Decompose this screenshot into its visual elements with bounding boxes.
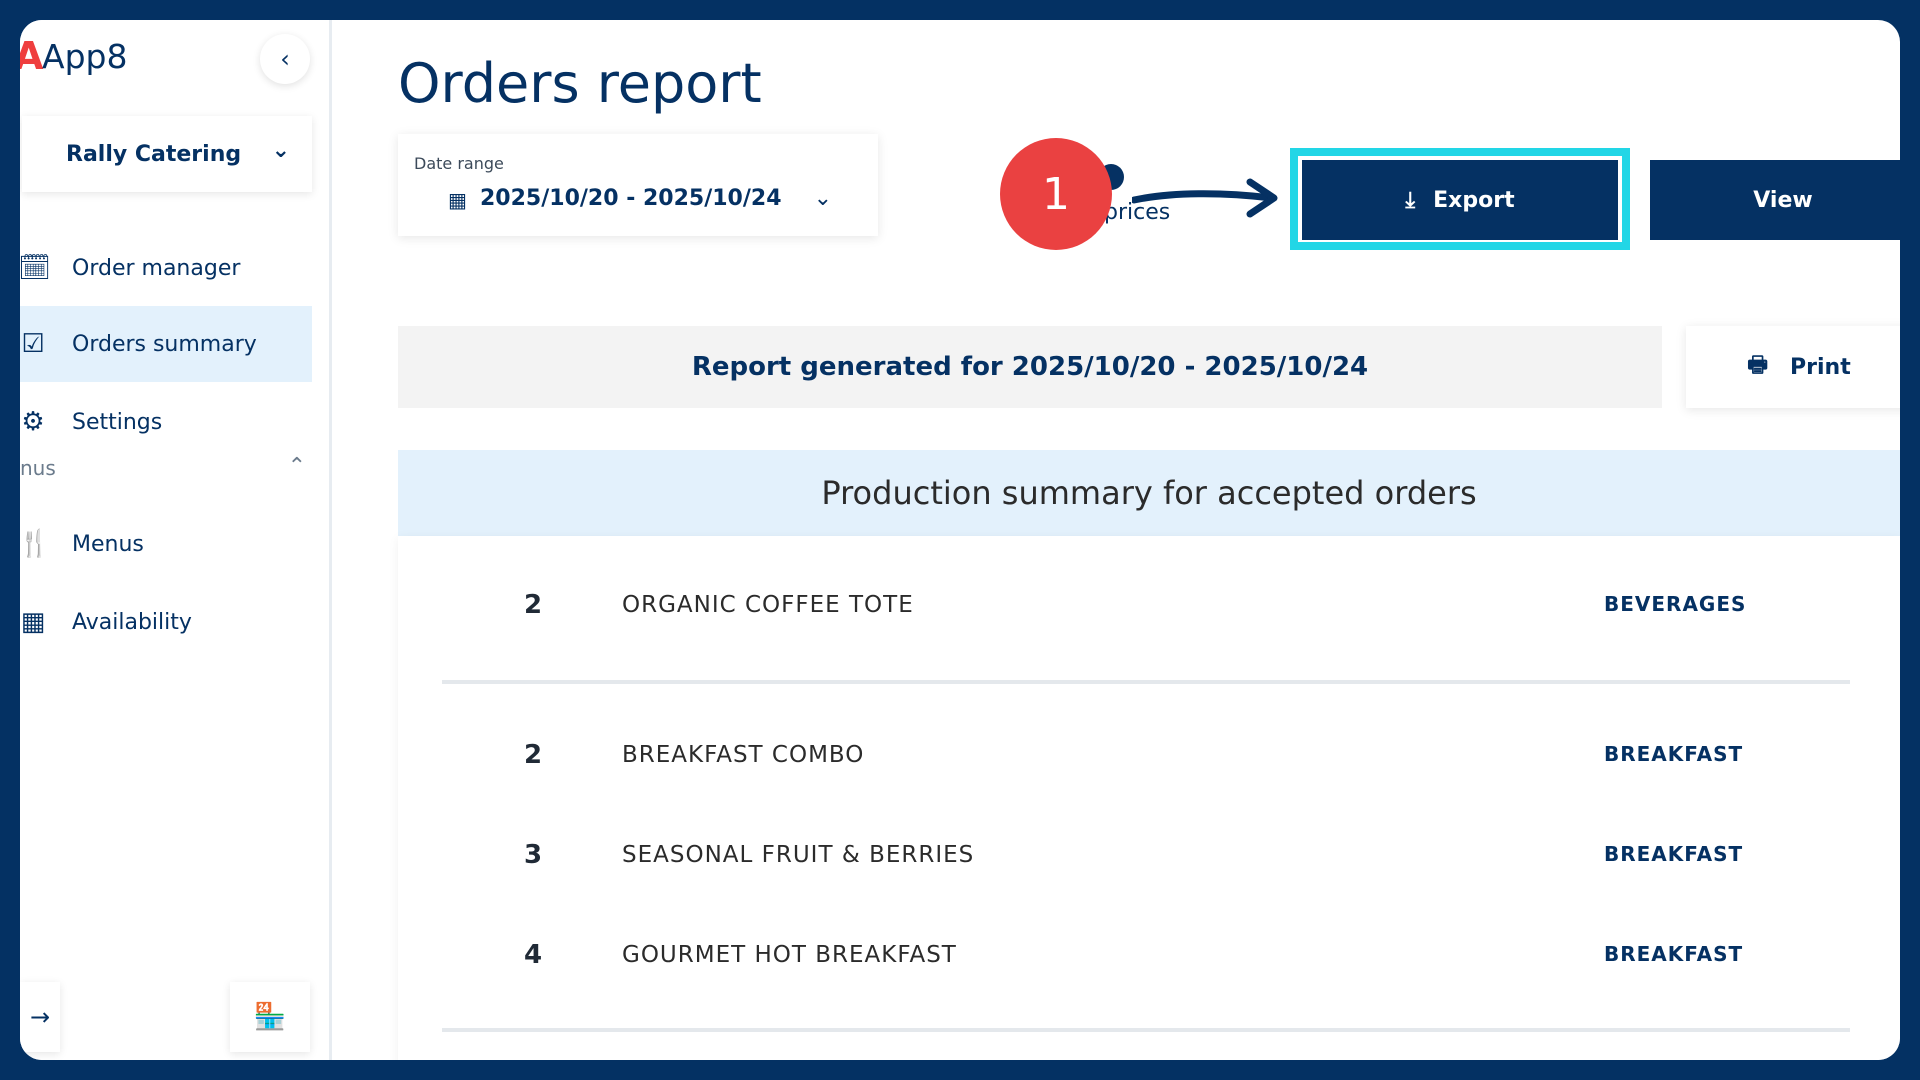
item-quantity: 2 <box>524 740 543 770</box>
sidebar-item-availability[interactable]: ▦ Availability <box>20 584 312 660</box>
view-label: View <box>1753 187 1813 213</box>
print-label: Print <box>1790 354 1851 380</box>
list-item: 4 GOURMET HOT BREAKFAST BREAKFAST <box>398 940 1900 980</box>
divider <box>442 680 1850 684</box>
item-quantity: 3 <box>524 840 543 870</box>
sidebar-item-label: Availability <box>72 609 192 635</box>
step-badge: 1 <box>1000 138 1112 250</box>
chevron-down-icon: ⌄ <box>813 186 832 211</box>
list-item: 2 ORGANIC COFFEE TOTE BEVERAGES <box>398 590 1900 630</box>
chevron-left-icon: ‹ <box>280 45 290 73</box>
item-category: BREAKFAST <box>1604 942 1744 966</box>
app-window: A App8 ‹ Rally Catering ⌄ 🗓 Order manage… <box>20 20 1900 1060</box>
arrow-right-icon: → <box>29 1003 51 1031</box>
logout-button[interactable]: → <box>20 982 60 1052</box>
item-category: BREAKFAST <box>1604 842 1744 866</box>
app-name: App8 <box>42 36 128 76</box>
arrow-right-annotation-icon <box>1132 178 1278 218</box>
sidebar-item-orders-summary[interactable]: ☑ Orders summary <box>20 306 312 382</box>
summary-title: Production summary for accepted orders <box>398 450 1900 536</box>
clipboard-check-icon: ☑ <box>21 329 45 359</box>
production-summary-list: 2 ORGANIC COFFEE TOTE BEVERAGES 2 BREAKF… <box>398 536 1900 1060</box>
storefront-icon: 🏪 <box>253 1002 287 1032</box>
sidebar-item-label: Menus <box>72 531 144 557</box>
chevron-up-icon: ⌃ <box>287 454 306 479</box>
sidebar-item-order-manager[interactable]: 🗓 Order manager <box>20 230 312 306</box>
export-label: Export <box>1433 187 1515 213</box>
item-category: BREAKFAST <box>1604 742 1744 766</box>
export-button[interactable]: ⤓ Export <box>1302 160 1618 240</box>
company-selector[interactable]: Rally Catering ⌄ <box>22 116 312 192</box>
app8-logo-icon: A <box>20 34 44 78</box>
calendar-icon: ▦ <box>448 188 467 212</box>
sidebar-item-label: Order manager <box>72 255 241 281</box>
date-range-value: 2025/10/20 - 2025/10/24 <box>480 186 782 211</box>
item-quantity: 2 <box>524 590 543 620</box>
item-category: BEVERAGES <box>1604 592 1747 616</box>
list-item: 2 BREAKFAST COMBO BREAKFAST <box>398 740 1900 780</box>
app-logo[interactable]: A App8 <box>20 34 127 78</box>
collapse-sidebar-button[interactable]: ‹ <box>260 34 310 84</box>
date-range-picker[interactable]: Date range ▦ 2025/10/20 - 2025/10/24 ⌄ <box>398 134 878 236</box>
item-name: ORGANIC COFFEE TOTE <box>622 592 914 618</box>
calendar-grid-icon: ▦ <box>20 607 46 637</box>
download-icon: ⤓ <box>1405 187 1416 213</box>
item-name: BREAKFAST COMBO <box>622 742 865 768</box>
menus-section-header[interactable]: nus ⌃ <box>20 448 312 488</box>
company-name: Rally Catering <box>66 141 242 167</box>
list-item: 3 SEASONAL FRUIT & BERRIES BREAKFAST <box>398 840 1900 880</box>
sidebar-item-menus[interactable]: 🍴 Menus <box>20 506 312 582</box>
page-title: Orders report <box>398 52 762 115</box>
calendar-clock-icon: 🗓 <box>20 253 52 283</box>
view-button[interactable]: View <box>1650 160 1900 240</box>
gear-icon: ⚙ <box>21 407 45 437</box>
chevron-down-icon: ⌄ <box>271 138 290 163</box>
section-label: nus <box>20 456 56 480</box>
sidebar: A App8 ‹ Rally Catering ⌄ 🗓 Order manage… <box>20 20 332 1060</box>
print-button[interactable]: 🖶 Print <box>1686 326 1900 408</box>
sidebar-item-label: Orders summary <box>72 331 257 357</box>
sidebar-item-label: Settings <box>72 409 163 435</box>
item-name: SEASONAL FRUIT & BERRIES <box>622 842 975 868</box>
divider <box>442 1028 1850 1032</box>
item-quantity: 4 <box>524 940 543 970</box>
printer-icon: 🖶 <box>1747 353 1769 378</box>
date-range-label: Date range <box>414 154 504 173</box>
utensils-icon: 🍴 <box>20 529 51 559</box>
item-name: GOURMET HOT BREAKFAST <box>622 942 957 968</box>
store-button[interactable]: 🏪 <box>230 982 310 1052</box>
report-banner: Report generated for 2025/10/20 - 2025/1… <box>398 326 1662 408</box>
